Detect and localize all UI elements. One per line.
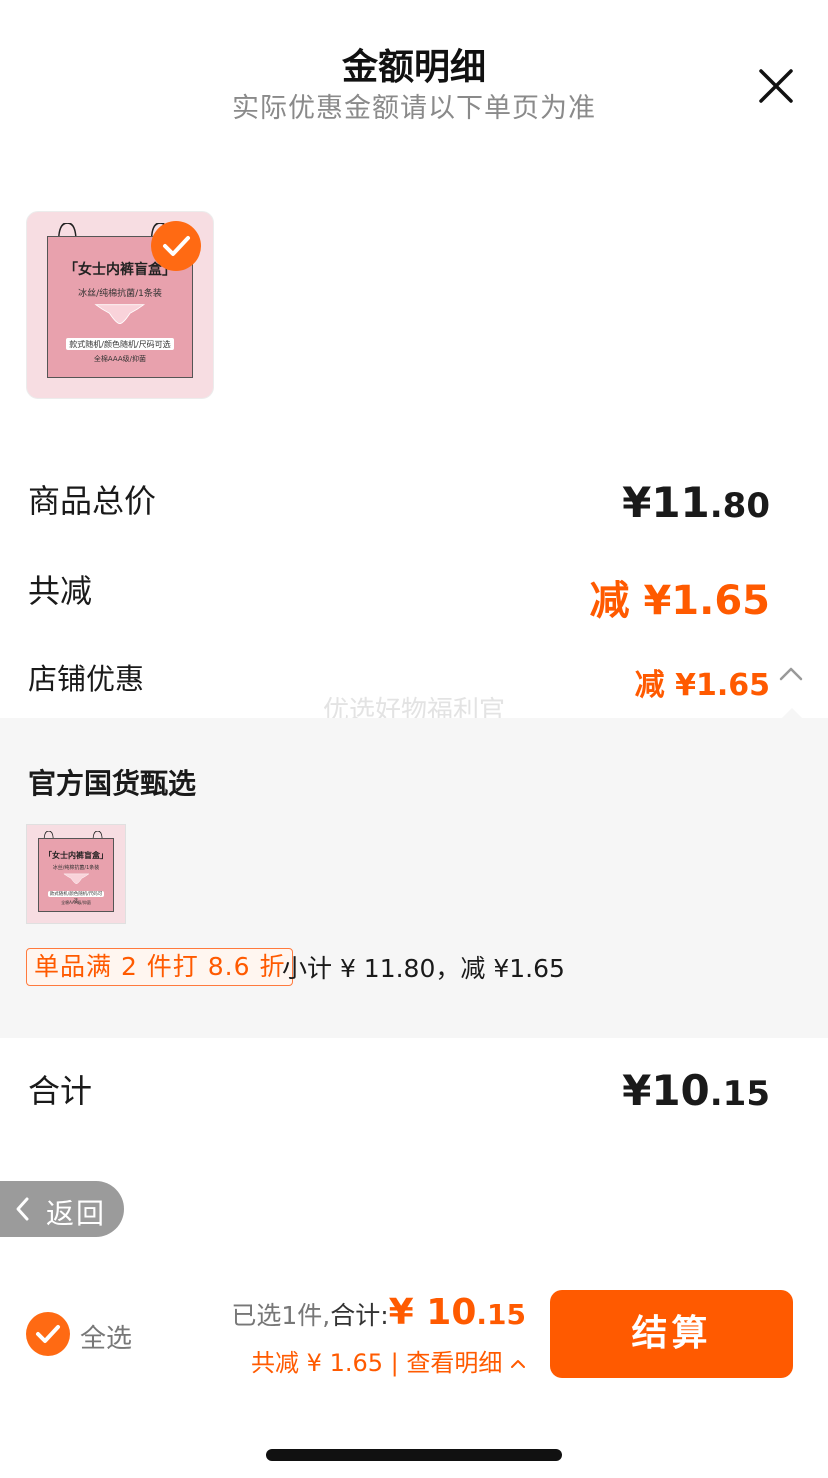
total-reduce-label: 共减 <box>28 572 93 610</box>
home-indicator <box>266 1449 562 1461</box>
product-image-footnote: 全棉AAA级/抑菌 <box>93 355 147 364</box>
thumbnail-title: 「女士内裤盲盒」 <box>43 851 108 861</box>
product-selected-check-icon[interactable] <box>151 221 201 271</box>
bottom-total-label: 合计: <box>330 1301 389 1330</box>
sum-value: ¥10.15 <box>622 1066 770 1115</box>
product-image-band: 款式随机/颜色随机/尺码可选 <box>65 337 175 351</box>
page-title: 金额明细 <box>341 47 486 88</box>
chevron-up-small-icon[interactable] <box>510 1358 526 1370</box>
product-image-subtitle: 冰丝/纯棉抗菌/1条装 <box>78 288 162 299</box>
thumbnail-subtitle: 冰丝/纯棉抗菌/1条装 <box>52 865 100 872</box>
goods-total-label: 商品总价 <box>28 482 157 520</box>
bottom-total-value: ¥ 10.15 <box>388 1292 526 1333</box>
promo-subtotal-text: 小计 ¥ 11.80，减 ¥1.65 <box>282 954 565 983</box>
store-name: 官方国货甄选 <box>28 767 197 800</box>
sum-label: 合计 <box>28 1072 93 1110</box>
chevron-up-icon[interactable] <box>778 664 804 684</box>
panel-pointer <box>782 708 802 718</box>
thumbnail-footnote: 全棉AAA级/抑菌 <box>61 899 91 905</box>
page-subtitle: 实际优惠金额请以下单页为准 <box>232 93 596 124</box>
checkout-button[interactable]: 结算 <box>550 1290 793 1378</box>
select-all-check-icon[interactable] <box>26 1312 70 1356</box>
product-thumbnail[interactable]: 「女士内裤盲盒」 冰丝/纯棉抗菌/1条装 款式随机/颜色随机/尺码可选 全棉AA… <box>26 824 126 924</box>
back-button-label[interactable]: 返回 <box>46 1192 106 1232</box>
selected-count: 已选1件, <box>231 1301 331 1330</box>
thumbnail-band: 款式随机/颜色随机/尺码可选 <box>47 890 105 904</box>
select-all-label[interactable]: 全选 <box>80 1318 132 1355</box>
goods-total-value: ¥11.80 <box>622 478 770 527</box>
total-reduce-value: 减 ¥1.65 <box>589 578 770 624</box>
close-icon[interactable] <box>756 66 796 106</box>
view-detail-link[interactable]: 共减 ¥ 1.65 | 查看明细 <box>251 1343 526 1378</box>
chevron-left-icon[interactable] <box>14 1196 30 1222</box>
selected-summary: 已选1件,合计:¥ 10.15 <box>231 1292 526 1333</box>
reduce-detail-text[interactable]: 共减 ¥ 1.65 | 查看明细 <box>251 1349 502 1377</box>
promo-tag: 单品满 2 件打 8.6 折 <box>26 948 294 986</box>
